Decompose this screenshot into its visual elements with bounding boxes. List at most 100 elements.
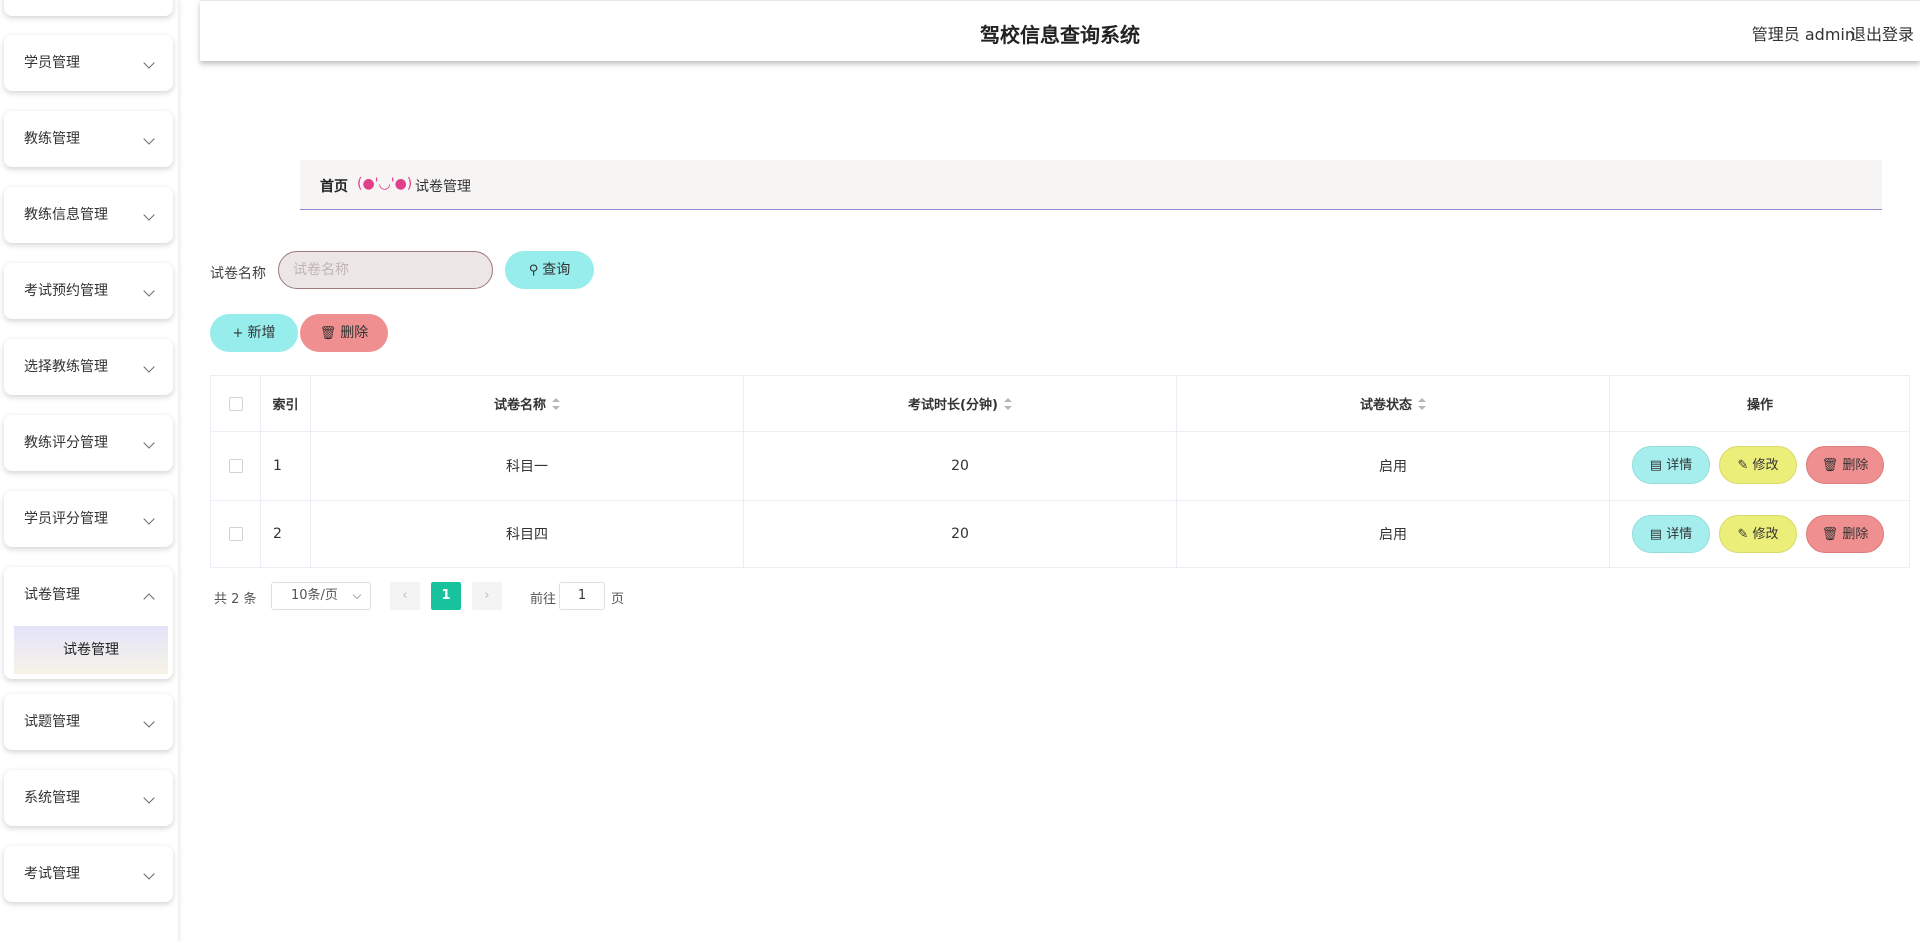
select-all-checkbox[interactable]	[228, 396, 243, 411]
detail-button-label: 详情	[1666, 458, 1693, 473]
sidebar-item-system[interactable]: 系统管理	[4, 770, 173, 826]
document-icon: ▤	[1649, 527, 1667, 542]
row-duration: 20	[744, 431, 1177, 500]
goto-label: 前往	[530, 592, 557, 607]
row-checkbox[interactable]	[228, 458, 243, 473]
column-header-name[interactable]: 试卷名称	[311, 376, 744, 431]
delete-button[interactable]: 🗑︎ 删除	[1806, 515, 1884, 553]
sidebar-item-label: 学员管理	[24, 55, 80, 71]
sidebar-item-label: 教练信息管理	[24, 207, 108, 223]
trash-icon: 🗑︎	[1821, 458, 1843, 473]
paper-table: 索引 试卷名称 考试时长(分钟) 试卷状态 操作 1 科目一 20 启用 ▤ 详…	[210, 375, 1910, 568]
sidebar-item-label: 考试预约管理	[24, 283, 108, 299]
sidebar-item-label: 试题管理	[24, 714, 80, 730]
chevron-down-icon	[143, 133, 155, 145]
sidebar-item-label: 教练评分管理	[24, 435, 108, 451]
chevron-down-icon	[143, 437, 155, 449]
delete-button[interactable]: 🗑︎ 删除	[1806, 446, 1884, 484]
row-select-cell	[211, 500, 261, 568]
paper-name-search-input[interactable]	[278, 251, 493, 289]
detail-button[interactable]: ▤ 详情	[1632, 446, 1710, 484]
edit-button-label: 修改	[1752, 458, 1779, 473]
plus-icon: +	[232, 326, 244, 341]
breadcrumb-home[interactable]: 首页	[320, 176, 348, 196]
row-status: 启用	[1177, 431, 1610, 500]
add-button-label: 新增	[247, 325, 276, 341]
sidebar-item-label: 学员评分管理	[24, 511, 108, 527]
delete-button-label: 删除	[1842, 458, 1869, 473]
search-icon: ⚲	[528, 263, 539, 278]
breadcrumb-separator: (●'◡'●)	[357, 176, 413, 192]
sort-icon[interactable]	[1003, 397, 1012, 410]
sidebar-item-top-partial[interactable]	[4, 0, 173, 16]
chevron-down-icon	[143, 361, 155, 373]
column-header-status[interactable]: 试卷状态	[1177, 376, 1610, 431]
sidebar-item-coach[interactable]: 教练管理	[4, 111, 173, 167]
next-page-button[interactable]: ›	[472, 582, 502, 610]
row-checkbox[interactable]	[228, 527, 243, 541]
breadcrumb-current: 试卷管理	[415, 179, 471, 195]
goto-page-input[interactable]: 1	[559, 582, 605, 610]
sidebar: 学员管理 教练管理 教练信息管理 考试预约管理 选择教练管理 教练评分管理 学员…	[0, 0, 178, 942]
chevron-down-icon	[352, 590, 362, 600]
prev-page-button[interactable]: ‹	[390, 582, 420, 610]
sidebar-item-coach-rating[interactable]: 教练评分管理	[4, 415, 173, 471]
chevron-up-icon	[143, 593, 155, 605]
column-header-index: 索引	[261, 376, 311, 431]
sidebar-item-paper[interactable]: 试卷管理 试卷管理	[4, 567, 173, 679]
page-number-button[interactable]: 1	[431, 582, 461, 610]
column-header-duration[interactable]: 考试时长(分钟)	[744, 376, 1177, 431]
detail-button-label: 详情	[1666, 527, 1693, 542]
sort-icon[interactable]	[1418, 397, 1426, 410]
pencil-icon: ✎	[1737, 527, 1753, 542]
sidebar-item-exam[interactable]: 考试管理	[4, 846, 173, 902]
sidebar-item-label: 选择教练管理	[24, 359, 108, 375]
row-duration: 20	[744, 500, 1177, 568]
add-button[interactable]: + 新增	[210, 314, 298, 352]
logout-link[interactable]: 退出登录	[1850, 21, 1914, 45]
column-header-actions: 操作	[1746, 398, 1773, 413]
detail-button[interactable]: ▤ 详情	[1632, 515, 1710, 553]
chevron-left-icon: ‹	[402, 588, 408, 603]
chevron-down-icon	[143, 716, 155, 728]
row-index: 1	[261, 431, 311, 500]
document-icon: ▤	[1649, 458, 1667, 473]
page-size-select[interactable]: 10条/页	[271, 582, 371, 610]
search-label: 试卷名称	[210, 266, 266, 282]
sidebar-item-choose-coach[interactable]: 选择教练管理	[4, 339, 173, 395]
chevron-down-icon	[143, 209, 155, 221]
page-unit-label: 页	[611, 592, 625, 607]
batch-delete-button-label: 删除	[340, 325, 369, 341]
row-index: 2	[261, 500, 311, 568]
chevron-down-icon	[143, 57, 155, 69]
row-actions: ▤ 详情 ✎ 修改 🗑︎ 删除	[1610, 431, 1910, 500]
sort-icon[interactable]	[552, 397, 560, 410]
sidebar-item-coach-info[interactable]: 教练信息管理	[4, 187, 173, 243]
column-header-name-label: 试卷名称	[493, 398, 546, 413]
edit-button[interactable]: ✎ 修改	[1719, 446, 1797, 484]
page-size-value: 10条/页	[291, 588, 338, 603]
row-status: 启用	[1177, 500, 1610, 568]
chevron-down-icon	[143, 285, 155, 297]
trash-icon: 🗑︎	[319, 326, 337, 341]
breadcrumb: 首页 (●'◡'●) 试卷管理	[300, 160, 1882, 210]
batch-delete-button[interactable]: 🗑︎ 删除	[300, 314, 388, 352]
app-title: 驾校信息查询系统	[980, 23, 1140, 47]
chevron-down-icon	[143, 513, 155, 525]
select-all-cell	[211, 376, 261, 431]
sidebar-item-student[interactable]: 学员管理	[4, 35, 173, 91]
sidebar-item-question[interactable]: 试题管理	[4, 694, 173, 750]
chevron-down-icon	[143, 868, 155, 880]
submenu-item-paper[interactable]: 试卷管理	[14, 626, 168, 674]
sidebar-item-label: 教练管理	[24, 131, 80, 147]
top-header: 驾校信息查询系统 管理员 admin 退出登录	[200, 0, 1920, 61]
sidebar-item-student-rating[interactable]: 学员评分管理	[4, 491, 173, 547]
edit-button[interactable]: ✎ 修改	[1719, 515, 1797, 553]
sidebar-item-label: 试卷管理	[24, 587, 80, 603]
query-button[interactable]: ⚲ 查询	[505, 251, 594, 289]
chevron-down-icon	[143, 792, 155, 804]
trash-icon: 🗑︎	[1821, 527, 1843, 542]
pagination-total: 共 2 条	[214, 592, 257, 607]
sidebar-item-exam-booking[interactable]: 考试预约管理	[4, 263, 173, 319]
user-label: 管理员 admin	[1751, 25, 1855, 44]
